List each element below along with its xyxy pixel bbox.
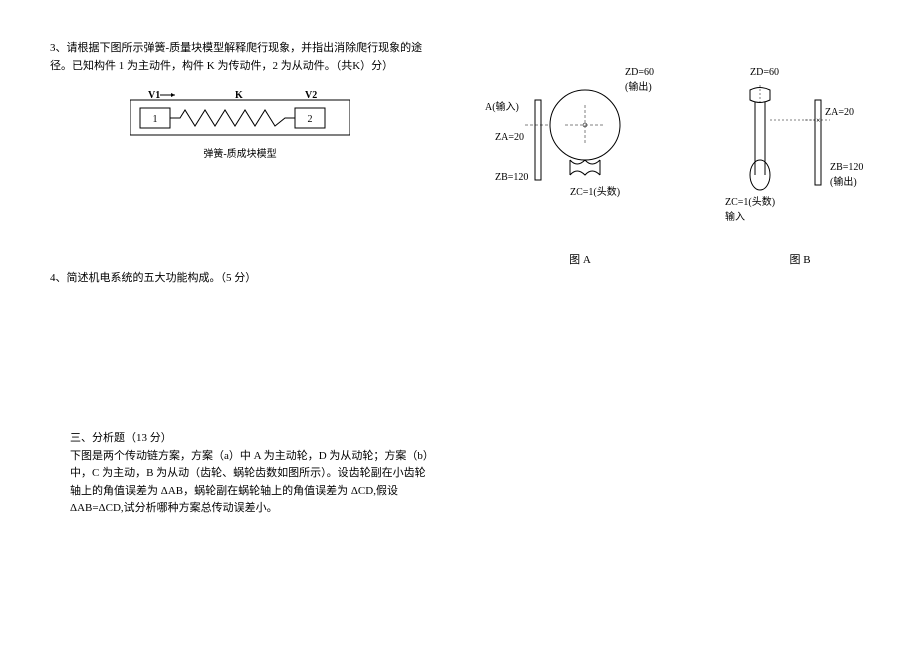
- figa-za: ZA=20: [495, 132, 524, 143]
- k-label: K: [235, 90, 243, 101]
- block1-label: 1: [153, 114, 158, 125]
- question-3-text: 3、请根据下图所示弹簧-质量块模型解释爬行现象，并指出消除爬行现象的途径。已知构…: [50, 40, 430, 75]
- figure-b-svg: ZD=60 ZA=20 × ZB=120 (输出): [710, 60, 890, 240]
- spring-caption: 弹簧-质成块模型: [130, 145, 350, 160]
- section-3-title: 三、分析题（13 分）: [70, 430, 430, 448]
- figb-label: 图 B: [710, 251, 890, 267]
- figb-za: ZA=20: [825, 107, 854, 118]
- section-3: 三、分析题（13 分） 下图是两个传动链方案，方案（a）中 A 为主动轮，D 为…: [70, 430, 430, 518]
- figure-a-svg: ZD=60 (输出) A(输入) ZA=20 ZB=120: [480, 60, 680, 240]
- figb-output: (输出): [830, 175, 857, 188]
- block2-label: 2: [308, 114, 313, 125]
- figb-input: 输入: [725, 210, 745, 223]
- figa-zc: ZC=1(头数): [570, 185, 620, 198]
- figa-label: 图 A: [480, 251, 680, 267]
- question-4-text: 4、简述机电系统的五大功能构成。（5 分）: [50, 270, 430, 288]
- figa-a-input: A(输入): [485, 100, 519, 113]
- figa-output: (输出): [625, 80, 652, 93]
- v1-label: V1: [148, 90, 160, 101]
- figb-zb: ZB=120: [830, 162, 863, 173]
- figa-zb: ZB=120: [495, 172, 528, 183]
- spring-model-svg: 1 V1 K 2 V2: [130, 90, 350, 140]
- v2-label: V2: [305, 90, 317, 101]
- figb-zc: ZC=1(头数): [725, 195, 775, 208]
- section-3-body: 下图是两个传动链方案，方案（a）中 A 为主动轮，D 为从动轮；方案（b）中，C…: [70, 448, 430, 518]
- spring-diagram: 1 V1 K 2 V2 弹簧-质成块模型: [50, 90, 430, 160]
- figure-b: ZD=60 ZA=20 × ZB=120 (输出): [710, 60, 890, 267]
- figure-a: ZD=60 (输出) A(输入) ZA=20 ZB=120: [480, 60, 680, 267]
- figa-zd: ZD=60: [625, 67, 654, 78]
- figb-zd: ZD=60: [750, 67, 779, 78]
- svg-text:×: ×: [816, 116, 821, 125]
